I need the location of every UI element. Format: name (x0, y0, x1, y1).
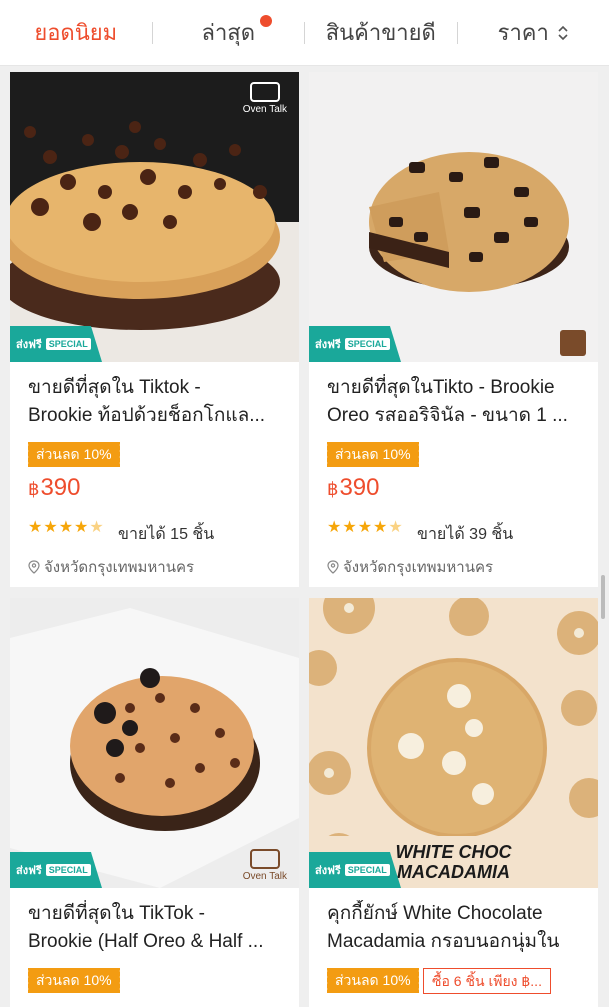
sold-count: ขายได้ 39 ชิ้น (417, 526, 514, 543)
product-title: คุกกี้ยักษ์ White Chocolate Macadamia กร… (327, 900, 582, 956)
product-title: ขายดีที่สุดใน Tiktok - Brookie ท้อปด้วยช… (28, 374, 283, 430)
bundle-promo-tag: ซื้อ 6 ชิ้น เพียง ฿... (423, 968, 551, 994)
discount-tag: ส่วนลด 10% (325, 442, 421, 467)
title-line: Brookie (Half Oreo & Half ... (28, 931, 264, 952)
discount-tag: ส่วนลด 10% (325, 968, 421, 993)
price-value: 390 (339, 474, 380, 501)
free-shipping-badge: ส่งฟรี SPECIAL (10, 852, 102, 888)
tab-latest-label: ล่าสุด (201, 20, 256, 45)
tab-price-label: ราคา (497, 20, 549, 45)
free-shipping-label: ส่งฟรี (16, 339, 42, 351)
tab-best-selling[interactable]: สินค้าขายดี (305, 0, 457, 65)
title-line: ขายดีที่สุดใน Tiktok - (28, 377, 201, 398)
price-value: 390 (40, 474, 81, 501)
rating-stars: ★★★★★ (28, 519, 105, 536)
product-image: Oven Talk ส่งฟรี SPECIAL (10, 72, 299, 362)
sold-count: ขายได้ 15 ชิ้น (118, 526, 215, 543)
product-image: WHITE CHOC MACADAMIA ส่งฟรี SPECIAL (309, 598, 598, 888)
sort-arrows-icon (557, 24, 569, 42)
title-line: Oreo รสออริจินัล - ขนาด 1 ... (327, 405, 568, 426)
scrollbar-thumb[interactable] (601, 575, 605, 619)
free-shipping-badge: ส่งฟรี SPECIAL (10, 326, 102, 362)
product-price: ฿390 (327, 474, 380, 502)
tab-price[interactable]: ราคา (458, 0, 609, 65)
product-card[interactable]: ส่งฟรี SPECIAL ขายดีที่สุดในTikto - Broo… (309, 72, 598, 587)
rating-stars: ★★★★★ (327, 519, 404, 536)
sort-bar: ยอดนิยม ล่าสุด สินค้าขายดี ราคา (0, 0, 609, 66)
free-shipping-badge: ส่งฟรี SPECIAL (309, 326, 401, 362)
location: จังหวัดกรุงเทพมหานคร (327, 555, 493, 579)
product-title: ขายดีที่สุดใน TikTok - Brookie (Half Ore… (28, 900, 283, 956)
tab-latest[interactable]: ล่าสุด (153, 0, 305, 65)
free-shipping-badge: ส่งฟรี SPECIAL (309, 852, 401, 888)
location-text: จังหวัดกรุงเทพมหานคร (343, 559, 494, 576)
title-line: คุกกี้ยักษ์ White Chocolate (327, 903, 543, 924)
product-card[interactable]: Oven Talk ส่งฟรี SPECIAL ขายดีที่สุดใน T… (10, 598, 299, 1007)
brand-logo: Oven Talk (243, 849, 287, 882)
product-card[interactable]: Oven Talk ส่งฟรี SPECIAL ขายดีที่สุดใน T… (10, 72, 299, 587)
location-text: จังหวัดกรุงเทพมหานคร (44, 559, 195, 576)
tab-popular[interactable]: ยอดนิยม (0, 0, 152, 65)
product-card[interactable]: WHITE CHOC MACADAMIA ส่งฟรี SPECIAL คุกก… (309, 598, 598, 1007)
free-shipping-label: ส่งฟรี (16, 865, 42, 877)
product-image: Oven Talk ส่งฟรี SPECIAL (10, 598, 299, 888)
location: จังหวัดกรุงเทพมหานคร (28, 555, 194, 579)
special-label: SPECIAL (344, 864, 390, 876)
product-title: ขายดีที่สุดในTikto - Brookie Oreo รสออริ… (327, 374, 582, 430)
title-line: ขายดีที่สุดในTikto - Brookie (327, 377, 555, 398)
special-label: SPECIAL (45, 864, 91, 876)
notification-dot (260, 15, 272, 27)
special-label: SPECIAL (45, 338, 91, 350)
brand-logo: Oven Talk (243, 82, 287, 115)
discount-tag: ส่วนลด 10% (26, 442, 122, 467)
tab-best-selling-label: สินค้าขายดี (325, 20, 436, 45)
tab-popular-label: ยอดนิยม (34, 20, 118, 45)
location-pin-icon (28, 560, 40, 574)
brand-logo (560, 330, 586, 356)
product-price: ฿390 (28, 474, 81, 502)
special-label: SPECIAL (344, 338, 390, 350)
free-shipping-label: ส่งฟรี (315, 339, 341, 351)
title-line: Brookie ท้อปด้วยช็อกโกแล... (28, 405, 266, 426)
product-image: ส่งฟรี SPECIAL (309, 72, 598, 362)
title-line: ขายดีที่สุดใน TikTok - (28, 903, 205, 924)
location-pin-icon (327, 560, 339, 574)
currency-symbol: ฿ (327, 479, 339, 499)
currency-symbol: ฿ (28, 479, 40, 499)
free-shipping-label: ส่งฟรี (315, 865, 341, 877)
discount-tag: ส่วนลด 10% (26, 968, 122, 993)
title-line: Macadamia กรอบนอกนุ่มใน (327, 931, 560, 952)
